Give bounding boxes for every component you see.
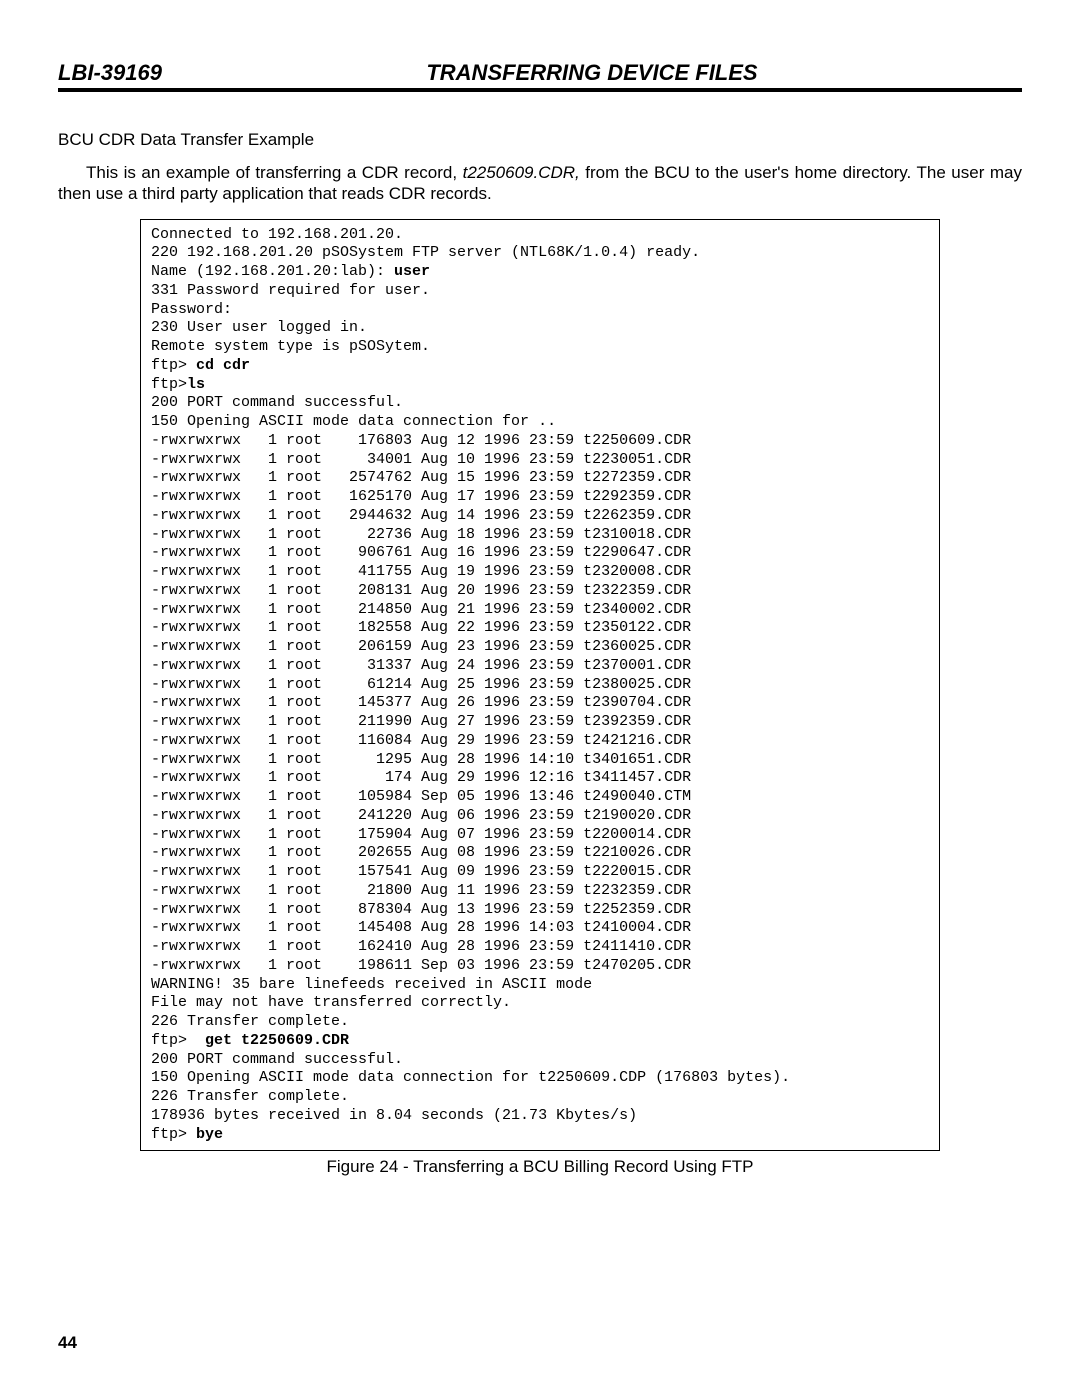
page: LBI-39169 TRANSFERRING DEVICE FILES BCU … (0, 0, 1080, 1397)
intro-paragraph: This is an example of transferring a CDR… (58, 162, 1022, 205)
figure-caption: Figure 24 - Transferring a BCU Billing R… (58, 1157, 1022, 1177)
page-header: LBI-39169 TRANSFERRING DEVICE FILES (58, 60, 1022, 92)
doc-id: LBI-39169 (58, 60, 162, 86)
page-number: 44 (58, 1333, 77, 1353)
terminal-box: Connected to 192.168.201.20. 220 192.168… (140, 219, 940, 1152)
filename-italic: t2250609.CDR, (463, 163, 580, 182)
para-lead: This is an example of transferring a CDR… (86, 163, 463, 182)
section-title: BCU CDR Data Transfer Example (58, 130, 1022, 150)
terminal-content: Connected to 192.168.201.20. 220 192.168… (151, 226, 929, 1145)
page-title: TRANSFERRING DEVICE FILES (162, 60, 1022, 86)
